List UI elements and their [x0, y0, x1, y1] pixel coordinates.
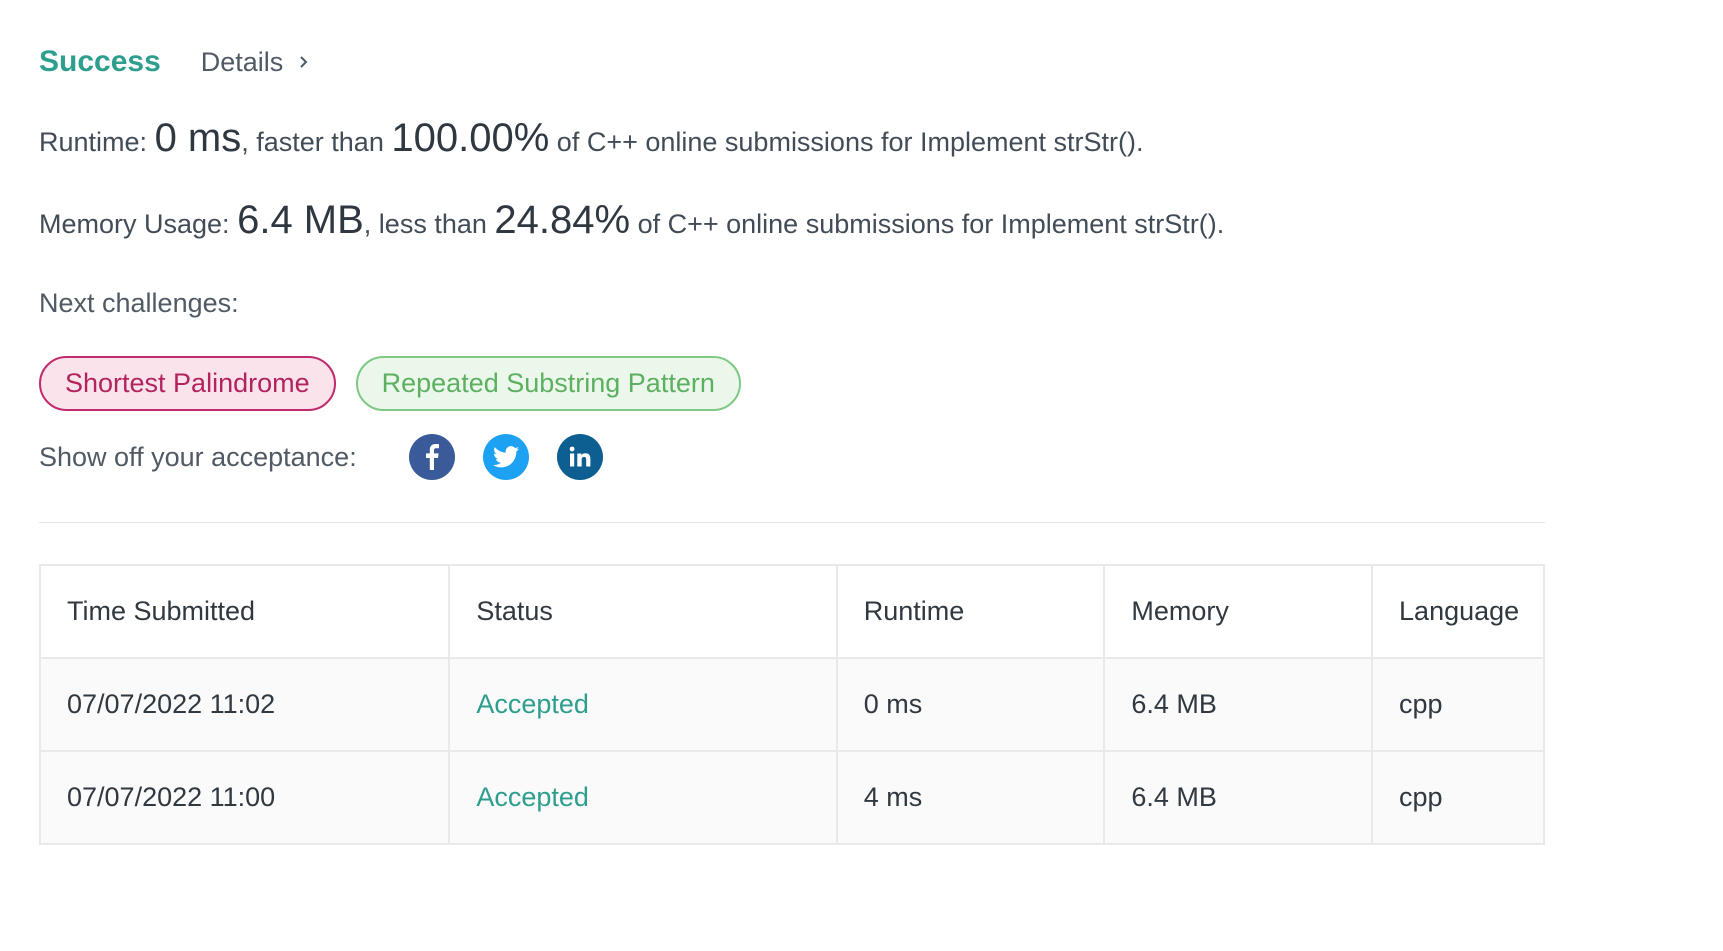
- column-header-runtime[interactable]: Runtime: [835, 564, 1106, 659]
- memory-cell: 6.4 MB: [1103, 750, 1374, 845]
- submissions-table: Time Submitted Status Runtime Memory Lan…: [38, 564, 1545, 845]
- share-label: Show off your acceptance:: [39, 441, 357, 472]
- time-submitted-cell: 07/07/2022 11:02: [38, 657, 451, 752]
- runtime-label: Runtime:: [39, 127, 148, 157]
- facebook-icon: [425, 444, 439, 470]
- share-row: Show off your acceptance:: [39, 432, 603, 482]
- chevron-right-icon: [300, 56, 308, 68]
- memory-stat: Memory Usage: 6.4 MB, less than 24.84% o…: [39, 198, 1224, 243]
- memory-cell: 6.4 MB: [1103, 657, 1374, 752]
- table-header-row: Time Submitted Status Runtime Memory Lan…: [38, 564, 1545, 659]
- linkedin-icon: [569, 446, 591, 467]
- runtime-stat: Runtime: 0 ms, faster than 100.00% of C+…: [39, 116, 1144, 161]
- memory-suffix: of C++ online submissions for Implement …: [637, 209, 1225, 239]
- status-accepted-link[interactable]: Accepted: [448, 750, 838, 845]
- language-cell: cpp: [1371, 657, 1545, 752]
- memory-value: 6.4 MB: [237, 198, 364, 242]
- language-cell: cpp: [1371, 750, 1545, 845]
- challenge-shortest-palindrome[interactable]: Shortest Palindrome: [39, 356, 336, 411]
- memory-comparison: , less than: [363, 209, 487, 239]
- runtime-cell: 4 ms: [835, 750, 1106, 845]
- next-challenges-list: Shortest Palindrome Repeated Substring P…: [39, 356, 741, 411]
- table-row: 07/07/2022 11:02 Accepted 0 ms 6.4 MB cp…: [38, 657, 1545, 752]
- runtime-value: 0 ms: [154, 116, 242, 160]
- runtime-comparison: , faster than: [241, 127, 384, 157]
- column-header-language[interactable]: Language: [1371, 564, 1545, 659]
- column-header-time-submitted[interactable]: Time Submitted: [38, 564, 451, 659]
- memory-label: Memory Usage:: [39, 209, 230, 239]
- time-submitted-cell: 07/07/2022 11:00: [38, 750, 451, 845]
- next-challenges-label: Next challenges:: [39, 288, 239, 318]
- twitter-share-button[interactable]: [482, 434, 529, 480]
- status-accepted-link[interactable]: Accepted: [448, 657, 838, 752]
- social-buttons: [408, 434, 603, 480]
- details-label: Details: [200, 46, 284, 77]
- runtime-cell: 0 ms: [835, 657, 1106, 752]
- result-header: Success Details: [39, 40, 311, 84]
- runtime-percent: 100.00%: [391, 116, 550, 160]
- linkedin-share-button[interactable]: [556, 434, 603, 480]
- facebook-share-button[interactable]: [408, 434, 455, 480]
- details-link[interactable]: Details: [201, 47, 312, 78]
- submission-result-page: Success Details Runtime: 0 ms, faster th…: [0, 0, 1723, 951]
- section-divider: [39, 522, 1545, 523]
- memory-percent: 24.84%: [494, 198, 631, 242]
- status-success: Success: [39, 45, 161, 78]
- column-header-status[interactable]: Status: [448, 564, 838, 659]
- challenge-repeated-substring-pattern[interactable]: Repeated Substring Pattern: [355, 356, 741, 411]
- twitter-icon: [492, 446, 519, 468]
- table-row: 07/07/2022 11:00 Accepted 4 ms 6.4 MB cp…: [38, 750, 1545, 845]
- runtime-suffix: of C++ online submissions for Implement …: [556, 127, 1144, 157]
- column-header-memory[interactable]: Memory: [1103, 564, 1374, 659]
